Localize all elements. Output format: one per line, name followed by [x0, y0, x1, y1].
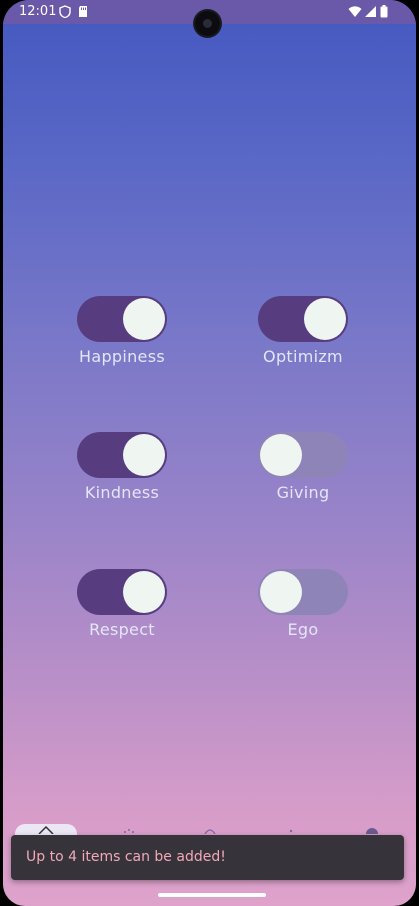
toggle-label: Optimizm: [263, 347, 343, 366]
phone-screen: 12:01 Happiness Optimizm Kindness Giving…: [3, 0, 416, 906]
toggle-item-ego: Ego: [248, 569, 358, 639]
nav-item-3-icon[interactable]: [202, 826, 218, 834]
toggle-label: Happiness: [79, 347, 165, 366]
switch-knob: [260, 571, 302, 613]
switch-knob: [123, 571, 165, 613]
respect-switch[interactable]: [77, 569, 167, 615]
signal-icon: [365, 6, 376, 17]
toggle-item-respect: Respect: [67, 569, 177, 639]
optimizm-switch[interactable]: [258, 296, 348, 342]
toggle-item-kindness: Kindness: [67, 432, 177, 502]
gesture-navigation-bar[interactable]: [158, 893, 266, 897]
front-camera: [195, 11, 220, 36]
kindness-switch[interactable]: [77, 432, 167, 478]
happiness-switch[interactable]: [77, 296, 167, 342]
settings-icon[interactable]: [364, 826, 380, 834]
switch-knob: [260, 434, 302, 476]
switch-knob: [304, 298, 346, 340]
toggle-label: Respect: [89, 620, 155, 639]
snackbar-message: Up to 4 items can be added!: [26, 849, 226, 865]
switch-knob: [123, 434, 165, 476]
battery-icon: [380, 5, 388, 18]
toggle-label: Giving: [276, 483, 330, 502]
switch-knob: [123, 298, 165, 340]
snackbar: Up to 4 items can be added!: [11, 835, 404, 880]
toggle-label: Kindness: [84, 483, 160, 502]
home-icon[interactable]: [38, 826, 54, 834]
toggle-label: Ego: [287, 620, 319, 639]
giving-switch[interactable]: [258, 432, 348, 478]
toggle-item-optimizm: Optimizm: [248, 296, 358, 366]
toggle-item-giving: Giving: [248, 432, 358, 502]
wifi-icon: [348, 6, 362, 17]
status-time: 12:01: [19, 4, 57, 19]
sd-card-icon: [79, 6, 87, 17]
nav-item-4-icon[interactable]: [283, 826, 299, 834]
nav-item-2-icon[interactable]: [121, 826, 137, 834]
toggle-item-happiness: Happiness: [67, 296, 177, 366]
ego-switch[interactable]: [258, 569, 348, 615]
shield-icon: [59, 5, 71, 18]
